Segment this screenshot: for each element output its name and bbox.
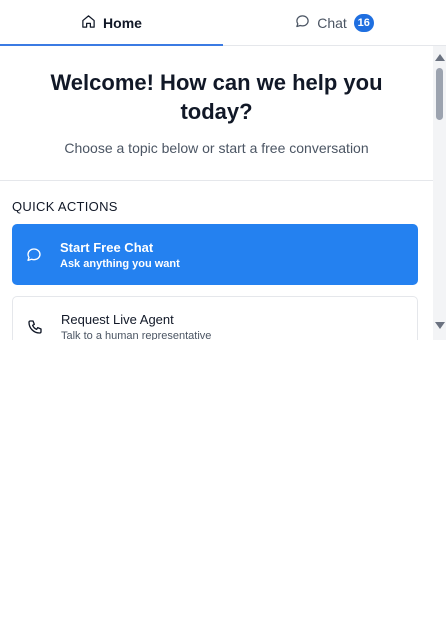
action-title: Start Free Chat (60, 239, 154, 255)
tab-home[interactable]: Home (0, 0, 223, 46)
start-free-chat-button[interactable]: Start Free Chat Ask anything you want (12, 224, 418, 285)
chat-bubble-icon (295, 14, 310, 32)
home-content[interactable]: Welcome! How can we help you today? Choo… (0, 46, 433, 340)
tab-home-label: Home (103, 14, 142, 31)
tab-bar: Home Chat 16 (0, 0, 446, 46)
tab-chat-label: Chat (317, 14, 347, 31)
request-live-agent-button[interactable]: Request Live Agent Talk to a human repre… (12, 296, 418, 340)
welcome-title: Welcome! How can we help you today? (50, 70, 383, 124)
action-subtitle: Talk to a human representative (61, 329, 212, 341)
home-icon (81, 14, 96, 32)
divider (0, 180, 433, 181)
welcome-subtitle: Choose a topic below or start a free con… (64, 140, 369, 156)
chat-unread-badge: 16 (353, 13, 374, 32)
scrollbar-thumb[interactable] (436, 68, 443, 120)
quick-actions-heading: QUICK ACTIONS (12, 199, 118, 214)
scroll-up-arrow-icon[interactable] (435, 54, 445, 61)
action-subtitle: Ask anything you want (60, 257, 180, 270)
vertical-scrollbar[interactable] (433, 46, 446, 340)
phone-icon (27, 319, 43, 335)
chat-bubble-icon (26, 247, 42, 263)
welcome-hero: Welcome! How can we help you today? Choo… (0, 46, 433, 156)
tab-chat[interactable]: Chat 16 (223, 0, 446, 45)
action-title: Request Live Agent (61, 311, 174, 327)
scroll-down-arrow-icon[interactable] (435, 322, 445, 329)
